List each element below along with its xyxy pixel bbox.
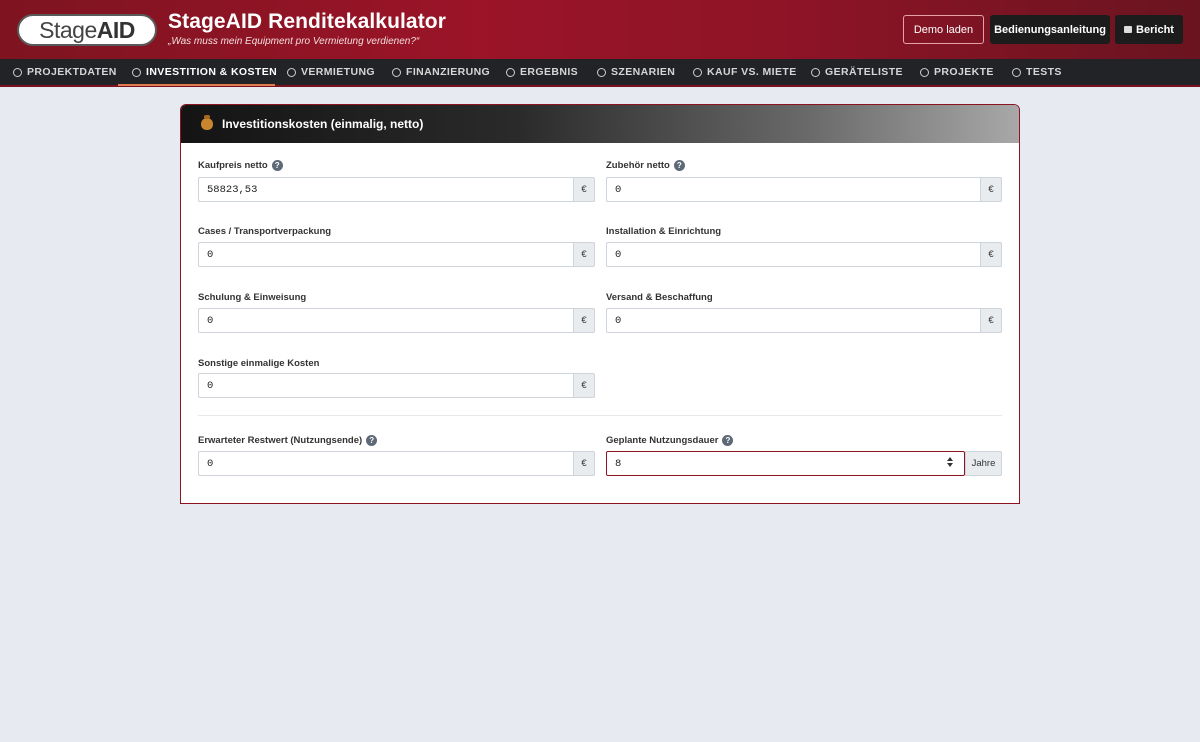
circle-icon: [13, 67, 22, 77]
help-icon[interactable]: ?: [271, 160, 283, 171]
sonstige-field: €: [198, 373, 595, 398]
circle-icon: [693, 67, 702, 77]
cases-field: €: [198, 242, 595, 267]
circle-icon: [506, 67, 515, 77]
cases-label: Cases / Transportverpackung: [198, 226, 332, 237]
circle-icon: [1012, 67, 1021, 77]
number-spinner-icon[interactable]: [947, 457, 955, 470]
help-icon[interactable]: ?: [673, 160, 685, 171]
circle-icon: [132, 67, 141, 77]
app-title: StageAID Renditekalkulator: [168, 10, 446, 33]
tab-projektdaten[interactable]: PROJEKTDATEN: [13, 59, 117, 85]
circle-icon: [920, 67, 929, 77]
nutzungsdauer-label: Geplante Nutzungsdauer ?: [606, 435, 734, 446]
versand-label: Versand & Beschaffung: [606, 292, 713, 303]
years-addon: Jahre: [965, 451, 1002, 476]
currency-addon: €: [573, 451, 595, 476]
circle-icon: [597, 67, 606, 77]
currency-addon: €: [980, 308, 1002, 333]
tab-geraeteliste[interactable]: GERÄTELISTE: [811, 59, 903, 85]
versand-field: €: [606, 308, 1002, 333]
restwert-input[interactable]: [198, 451, 573, 476]
schulung-label: Schulung & Einweisung: [198, 292, 307, 303]
app-header: StageAID StageAID Renditekalkulator „Was…: [0, 0, 1200, 59]
printer-icon: [1124, 26, 1133, 33]
zubehoer-input[interactable]: [606, 177, 980, 202]
versand-input[interactable]: [606, 308, 980, 333]
currency-addon: €: [980, 242, 1002, 267]
tab-finanzierung[interactable]: FINANZIERUNG: [392, 59, 490, 85]
currency-addon: €: [980, 177, 1002, 202]
kaufpreis-input[interactable]: [198, 177, 573, 202]
app-subtitle: „Was muss mein Equipment pro Vermietung …: [168, 36, 420, 47]
tab-kauf-vs-miete[interactable]: KAUF VS. MIETE: [693, 59, 797, 85]
schulung-input[interactable]: [198, 308, 573, 333]
report-button[interactable]: Bericht: [1115, 15, 1183, 44]
tab-szenarien[interactable]: SZENARIEN: [597, 59, 675, 85]
currency-addon: €: [573, 373, 595, 398]
installation-label: Installation & Einrichtung: [606, 226, 722, 237]
restwert-field: €: [198, 451, 595, 476]
demo-load-button[interactable]: Demo laden: [903, 15, 984, 44]
kaufpreis-field: €: [198, 177, 595, 202]
sonstige-label: Sonstige einmalige Kosten: [198, 358, 320, 369]
sonstige-input[interactable]: [198, 373, 573, 398]
tab-tests[interactable]: TESTS: [1012, 59, 1062, 85]
nutzungsdauer-input[interactable]: [606, 451, 965, 476]
nutzungsdauer-field: Jahre: [606, 451, 1002, 476]
help-icon[interactable]: ?: [366, 435, 378, 446]
money-bag-icon: [201, 115, 213, 130]
currency-addon: €: [573, 242, 595, 267]
panel-title: Investitionskosten (einmalig, netto): [222, 117, 424, 131]
tab-investition-kosten[interactable]: INVESTITION & KOSTEN: [132, 59, 277, 85]
section-divider: [198, 415, 1002, 416]
restwert-label: Erwarteter Restwert (Nutzungsende) ?: [198, 435, 378, 446]
installation-field: €: [606, 242, 1002, 267]
tab-ergebnis[interactable]: ERGEBNIS: [506, 59, 578, 85]
currency-addon: €: [573, 308, 595, 333]
circle-icon: [811, 67, 820, 77]
zubehoer-field: €: [606, 177, 1002, 202]
manual-button[interactable]: Bedienungsanleitung: [990, 15, 1110, 44]
stageaid-logo: StageAID: [17, 14, 157, 46]
tab-projekte[interactable]: PROJEKTE: [920, 59, 994, 85]
currency-addon: €: [573, 177, 595, 202]
zubehoer-label: Zubehör netto ?: [606, 160, 685, 171]
help-icon[interactable]: ?: [722, 435, 734, 446]
circle-icon: [392, 67, 401, 77]
main-nav: PROJEKTDATEN INVESTITION & KOSTEN VERMIE…: [0, 59, 1200, 87]
installation-input[interactable]: [606, 242, 980, 267]
investment-costs-panel: Investitionskosten (einmalig, netto) Kau…: [180, 104, 1020, 504]
tab-vermietung[interactable]: VERMIETUNG: [287, 59, 375, 85]
active-tab-indicator: [118, 84, 275, 86]
panel-header: Investitionskosten (einmalig, netto): [181, 105, 1019, 143]
circle-icon: [287, 67, 296, 77]
cases-input[interactable]: [198, 242, 573, 267]
schulung-field: €: [198, 308, 595, 333]
kaufpreis-label: Kaufpreis netto ?: [198, 160, 283, 171]
